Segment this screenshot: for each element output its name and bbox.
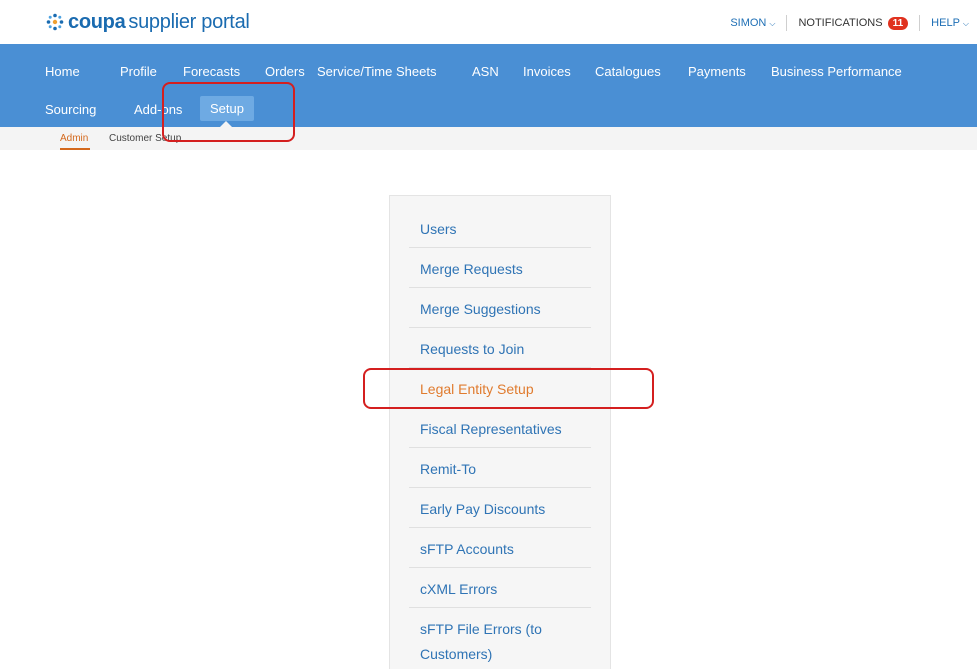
menu-divider	[409, 567, 591, 568]
menu-divider	[409, 527, 591, 528]
coupa-logo[interactable]: coupa supplier portal	[45, 9, 250, 35]
menu-item-sftp-file-errors[interactable]: sFTP File Errors (to	[420, 621, 542, 637]
logo-wordmark-rest: supplier portal	[128, 10, 250, 33]
chevron-down-icon: ⌵	[769, 19, 776, 28]
help-menu-label: HELP	[931, 17, 960, 29]
menu-item-remit-to[interactable]: Remit-To	[420, 461, 476, 477]
utility-bar: SIMON ⌵ NOTIFICATIONS 11 HELP ⌵	[730, 15, 969, 31]
menu-divider	[409, 607, 591, 608]
nav-item-asn[interactable]: ASN	[472, 64, 499, 79]
notifications-link[interactable]: NOTIFICATIONS 11	[798, 16, 909, 30]
divider	[919, 15, 921, 31]
main-nav: Home Profile Forecasts Orders Service/Ti…	[0, 44, 977, 127]
admin-menu: Users Merge Requests Merge Suggestions R…	[389, 195, 611, 669]
user-menu-label: SIMON	[730, 17, 767, 29]
menu-item-early-pay-discounts[interactable]: Early Pay Discounts	[420, 501, 545, 517]
coupa-logo-icon	[46, 13, 64, 31]
menu-item-sftp-file-errors-line2[interactable]: Customers)	[420, 646, 492, 662]
nav-item-business-performance[interactable]: Business Performance	[771, 64, 902, 79]
nav-item-forecasts[interactable]: Forecasts	[183, 64, 240, 79]
nav-item-service-time-sheets[interactable]: Service/Time Sheets	[317, 64, 436, 79]
menu-item-users[interactable]: Users	[420, 221, 457, 237]
notifications-label: NOTIFICATIONS	[798, 16, 883, 29]
menu-item-merge-requests[interactable]: Merge Requests	[420, 261, 523, 277]
logo-wordmark-bold: coupa	[68, 10, 126, 33]
help-menu[interactable]: HELP ⌵	[931, 17, 969, 29]
nav-item-home[interactable]: Home	[45, 64, 80, 79]
nav-item-catalogues[interactable]: Catalogues	[595, 64, 661, 79]
menu-divider	[409, 327, 591, 328]
highlight-box-legal-entity-setup	[363, 368, 654, 409]
menu-divider	[409, 487, 591, 488]
nav-item-orders[interactable]: Orders	[265, 64, 305, 79]
divider	[786, 15, 788, 31]
nav-item-sourcing[interactable]: Sourcing	[45, 102, 96, 117]
active-subnav-underline	[60, 148, 90, 150]
menu-divider	[409, 287, 591, 288]
sub-nav: Admin Customer Setup	[0, 127, 977, 150]
menu-item-merge-suggestions[interactable]: Merge Suggestions	[420, 301, 541, 317]
user-menu[interactable]: SIMON ⌵	[730, 17, 775, 29]
menu-divider	[409, 247, 591, 248]
menu-item-sftp-accounts[interactable]: sFTP Accounts	[420, 541, 514, 557]
chevron-down-icon: ⌵	[962, 19, 969, 28]
subnav-item-admin[interactable]: Admin	[60, 133, 88, 144]
top-bar: coupa supplier portal SIMON ⌵ NOTIFICATIO…	[0, 0, 977, 44]
highlight-box-setup	[162, 82, 295, 142]
nav-item-profile[interactable]: Profile	[120, 64, 157, 79]
notifications-badge: 11	[887, 16, 909, 30]
nav-item-payments[interactable]: Payments	[688, 64, 746, 79]
menu-item-requests-to-join[interactable]: Requests to Join	[420, 341, 524, 357]
nav-item-invoices[interactable]: Invoices	[523, 64, 571, 79]
menu-divider	[409, 447, 591, 448]
menu-item-cxml-errors[interactable]: cXML Errors	[420, 581, 497, 597]
menu-item-fiscal-representatives[interactable]: Fiscal Representatives	[420, 421, 562, 437]
